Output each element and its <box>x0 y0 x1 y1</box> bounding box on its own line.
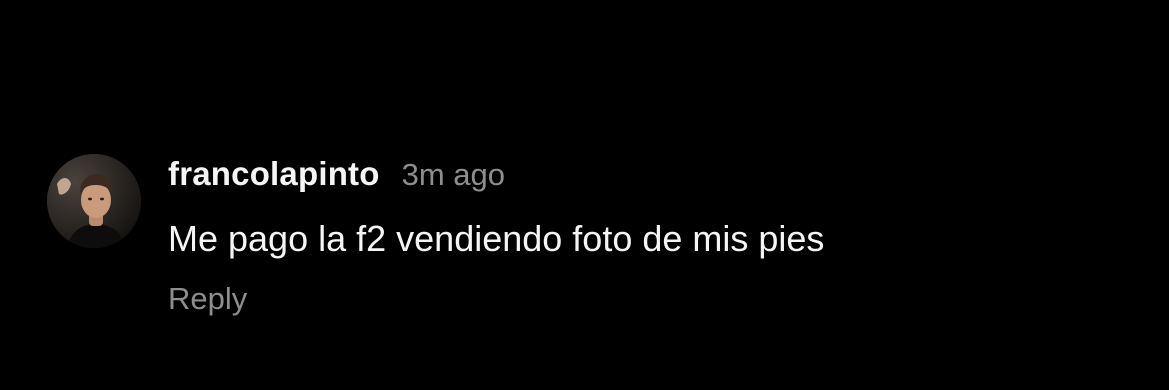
avatar-photo-icon <box>47 154 141 248</box>
reply-button[interactable]: Reply <box>168 279 247 319</box>
username-link[interactable]: francolapinto <box>168 155 380 192</box>
comment-item: francolapinto 3m ago Me pago la f2 vendie… <box>47 154 1147 324</box>
comment-timestamp: 3m ago <box>401 157 506 192</box>
comment-text: Me pago la f2 vendiendo foto de mis pies <box>168 218 825 259</box>
avatar[interactable] <box>47 154 141 248</box>
comment-header: francolapinto 3m ago <box>168 154 505 194</box>
